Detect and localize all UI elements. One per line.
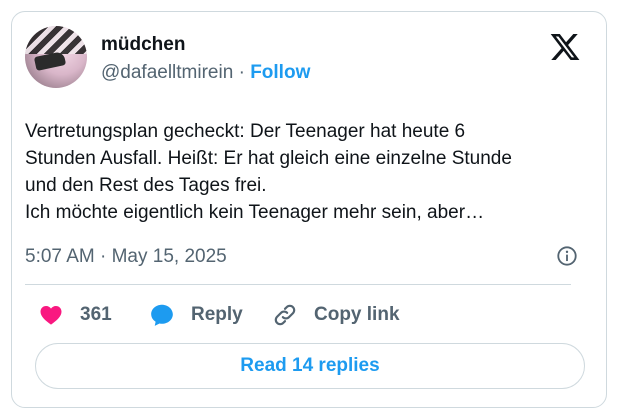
- divider: [25, 284, 571, 285]
- info-icon[interactable]: [556, 245, 578, 267]
- link-icon: [274, 304, 296, 326]
- read-replies-button[interactable]: Read 14 replies: [35, 343, 585, 389]
- reply-button[interactable]: Reply: [148, 300, 243, 330]
- avatar-stripes: [25, 26, 87, 54]
- heart-icon: [40, 306, 62, 325]
- handle-separator: ·: [238, 62, 245, 83]
- author-display-name[interactable]: müdchen: [101, 34, 185, 56]
- avatar-shape: [33, 51, 67, 71]
- avatar[interactable]: [25, 26, 87, 88]
- like-button[interactable]: 361: [38, 300, 112, 330]
- x-logo-icon[interactable]: [549, 31, 581, 63]
- copy-link-label: Copy link: [314, 304, 400, 325]
- tweet-text: Vertretungsplan gecheckt: Der Teenager h…: [25, 121, 512, 223]
- follow-button[interactable]: Follow: [250, 62, 310, 83]
- copy-link-button[interactable]: Copy link: [272, 300, 400, 330]
- reply-label: Reply: [191, 304, 243, 325]
- read-replies-label: Read 14 replies: [240, 355, 380, 376]
- author-handle-line: @dafaelltmirein · Follow: [101, 62, 310, 84]
- speech-bubble-icon: [151, 304, 173, 326]
- author-handle[interactable]: @dafaelltmirein: [101, 62, 233, 83]
- tweet-timestamp[interactable]: 5:07 AM · May 15, 2025: [25, 246, 227, 268]
- like-count: 361: [80, 304, 112, 325]
